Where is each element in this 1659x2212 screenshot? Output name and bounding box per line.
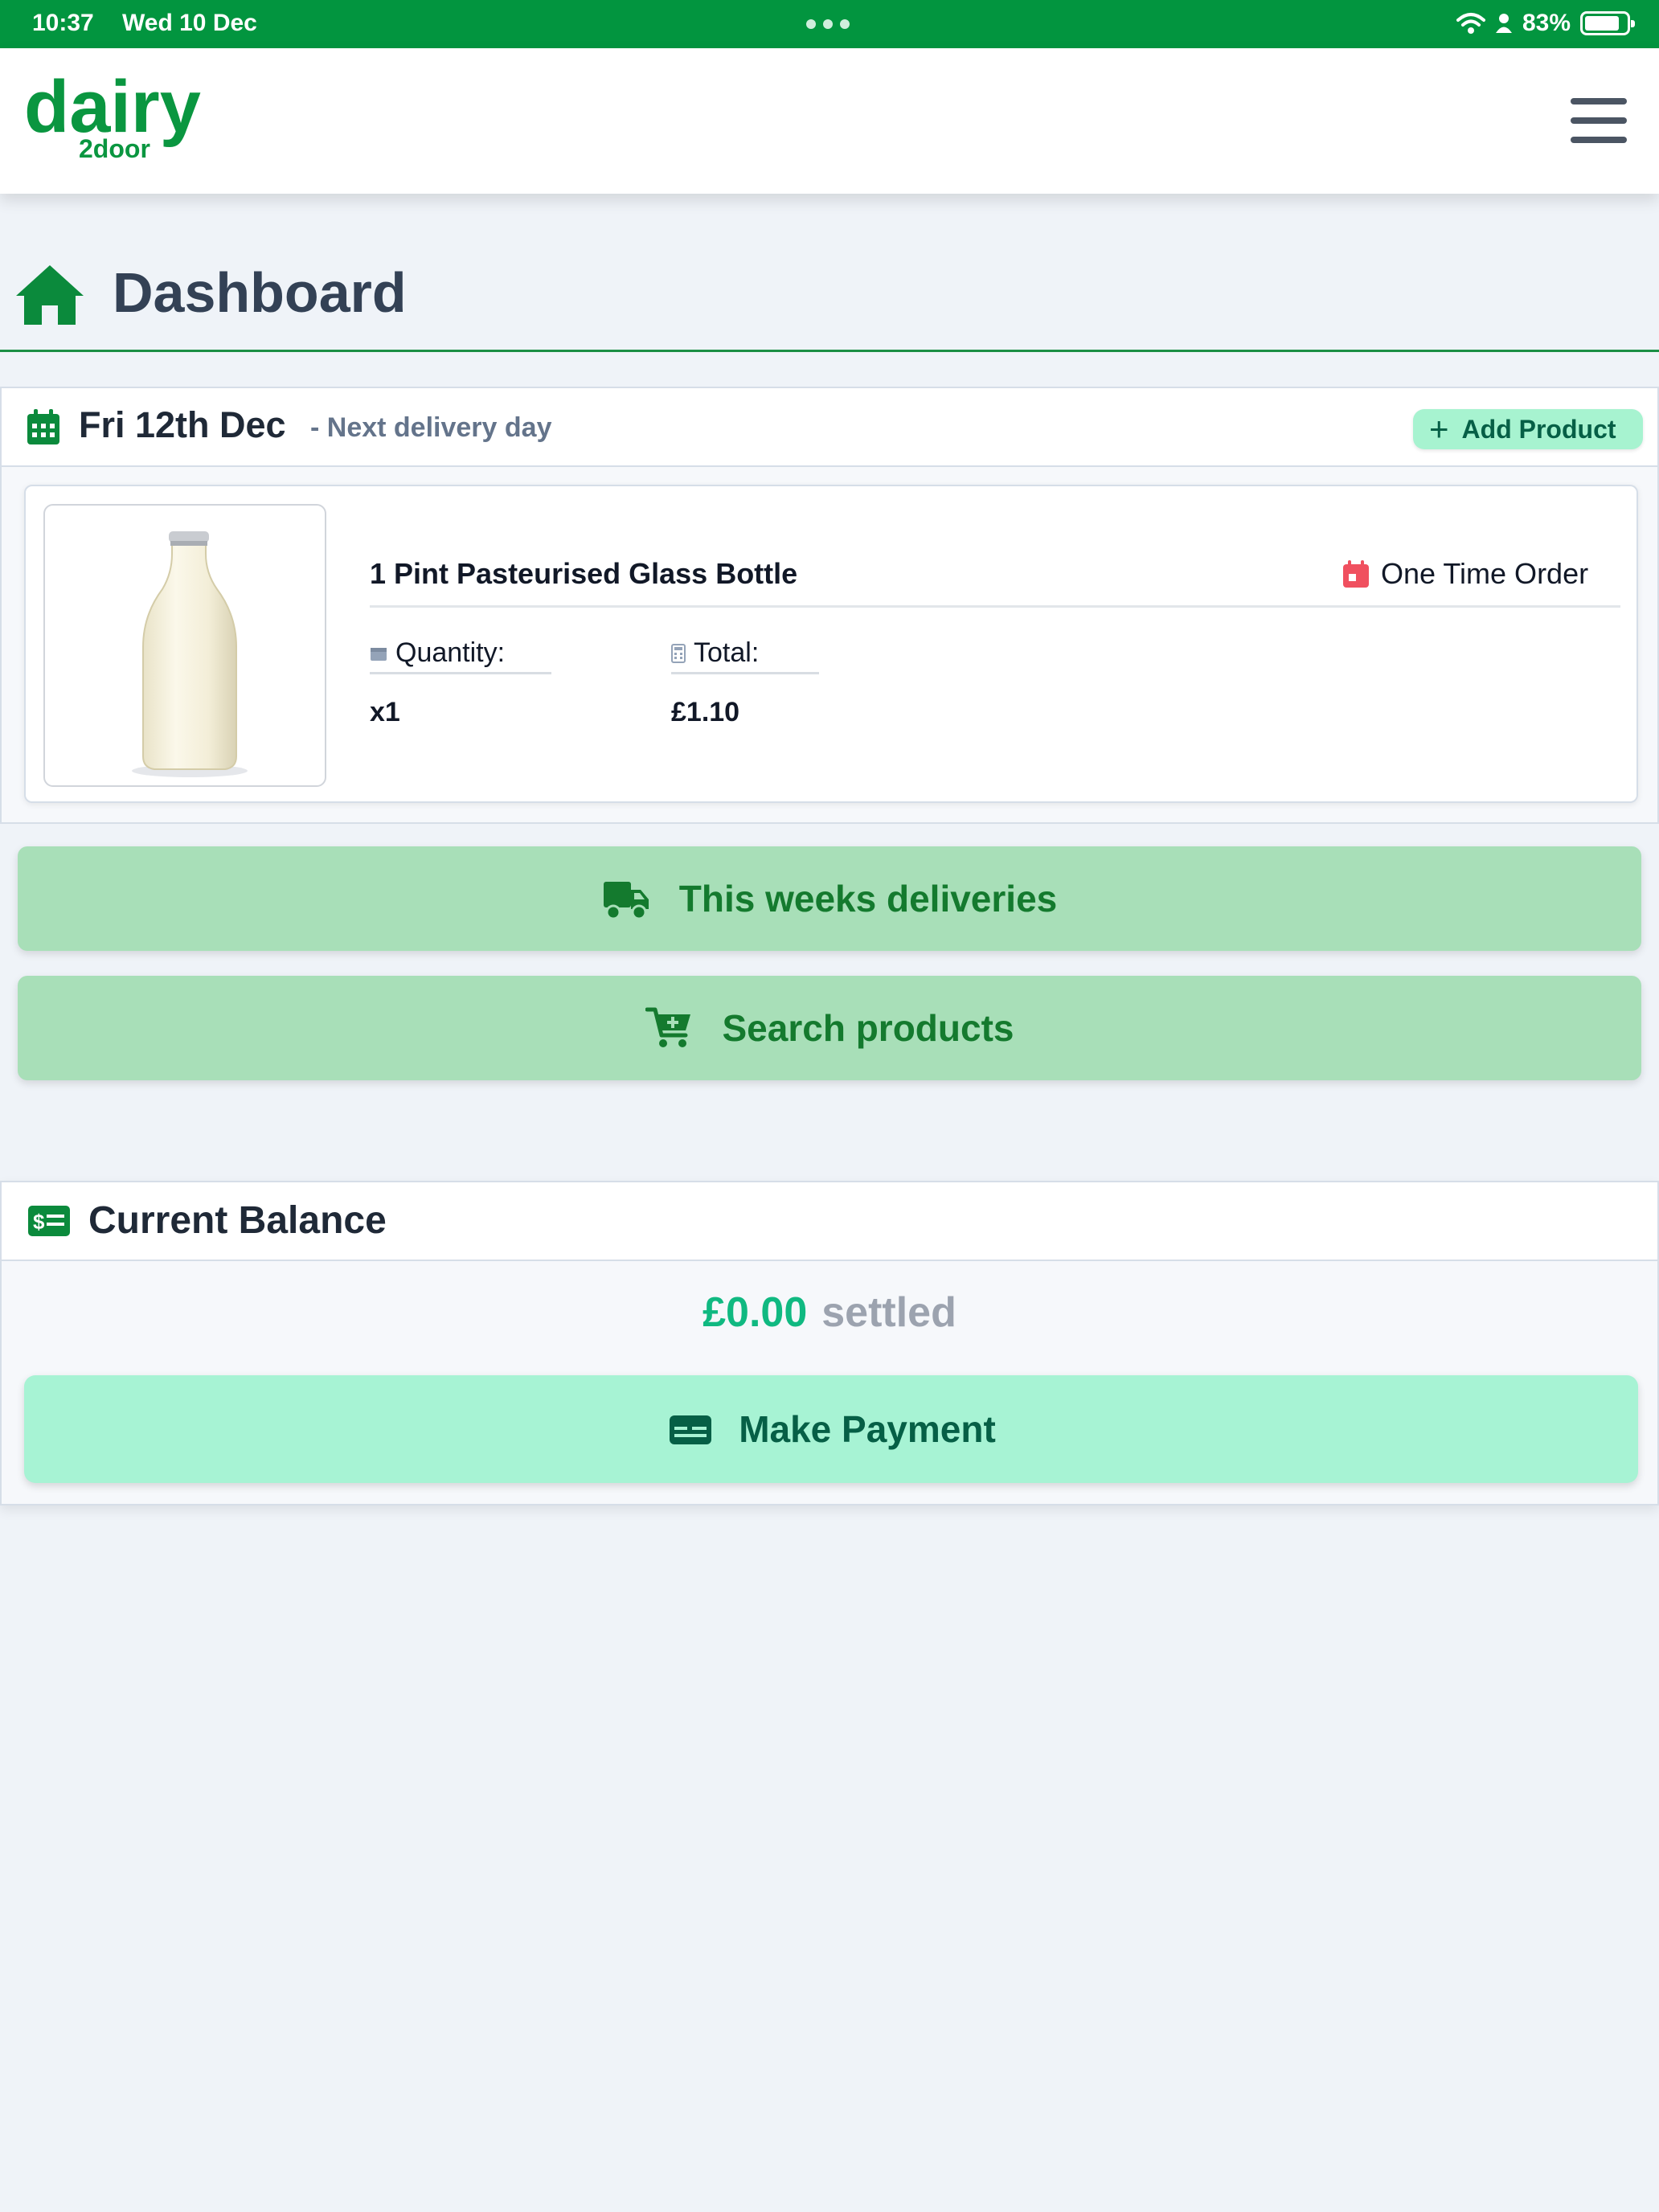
next-delivery-card: Fri 12th Dec - Next delivery day + Add P… <box>0 387 1659 824</box>
product-card[interactable]: 1 Pint Pasteurised Glass Bottle One Time… <box>24 485 1638 803</box>
battery-percent: 83% <box>1522 10 1571 36</box>
product-image <box>43 504 326 787</box>
total-value: £1.10 <box>671 697 740 727</box>
product-name: 1 Pint Pasteurised Glass Bottle <box>370 557 798 590</box>
svg-text:$: $ <box>33 1210 45 1234</box>
status-right: 83% <box>1456 10 1635 37</box>
home-icon <box>16 265 84 325</box>
this-weeks-deliveries-button[interactable]: This weeks deliveries <box>18 846 1641 951</box>
make-payment-button[interactable]: Make Payment <box>24 1375 1638 1483</box>
money-check-icon: $ <box>28 1206 70 1236</box>
total-label: Total: <box>671 637 819 674</box>
add-product-label: Add Product <box>1461 414 1616 444</box>
total-label-text: Total: <box>694 637 760 668</box>
quantity-value: x1 <box>370 697 400 727</box>
current-balance-card: $ Current Balance £0.00 settled Make Paym… <box>0 1181 1659 1505</box>
status-date: Wed 10 Dec <box>122 10 257 36</box>
box-icon <box>371 647 387 661</box>
quantity-label: Quantity: <box>370 637 551 674</box>
search-products-button[interactable]: Search products <box>18 976 1641 1080</box>
balance-title: Current Balance <box>88 1199 387 1242</box>
delivery-subtitle: - Next delivery day <box>310 412 552 443</box>
delivery-date: Fri 12th Dec <box>79 404 286 445</box>
this-weeks-deliveries-label: This weeks deliveries <box>678 878 1058 920</box>
calculator-icon <box>671 643 686 663</box>
status-bar: 10:37 Wed 10 Dec 83% <box>0 0 1659 48</box>
logo-sub-text: 2door <box>79 134 150 163</box>
delivery-card-header: Fri 12th Dec - Next delivery day + Add P… <box>2 388 1657 467</box>
make-payment-label: Make Payment <box>739 1408 996 1450</box>
balance-summary: £0.00 settled <box>2 1288 1657 1337</box>
quantity-label-text: Quantity: <box>395 637 506 668</box>
search-products-label: Search products <box>722 1007 1014 1049</box>
person-icon <box>1495 14 1512 33</box>
multitasking-dots-icon[interactable] <box>806 19 850 29</box>
order-type: One Time Order <box>1342 557 1588 591</box>
balance-status: settled <box>821 1289 956 1336</box>
wifi-icon <box>1456 13 1485 34</box>
plus-icon: + <box>1429 410 1449 448</box>
battery-icon <box>1580 11 1635 35</box>
page-title: Dashboard <box>113 261 407 324</box>
balance-card-header: $ Current Balance <box>2 1182 1657 1261</box>
add-product-button[interactable]: + Add Product <box>1413 409 1643 449</box>
order-type-label: One Time Order <box>1381 557 1589 590</box>
truck-icon <box>603 882 649 920</box>
calendar-icon <box>27 409 59 444</box>
menu-icon[interactable] <box>1571 98 1627 146</box>
balance-amount: £0.00 <box>703 1289 808 1336</box>
page-title-row: Dashboard <box>0 256 1659 352</box>
divider <box>370 605 1620 608</box>
dairy2door-logo[interactable]: dairy 2door <box>24 68 233 164</box>
status-time: 10:37 <box>32 10 94 36</box>
calendar-day-icon <box>1343 560 1369 588</box>
milk-bottle-image <box>132 531 248 777</box>
cart-plus-icon <box>645 1007 690 1047</box>
app-header: dairy 2door <box>0 48 1659 194</box>
credit-card-icon <box>670 1415 712 1444</box>
